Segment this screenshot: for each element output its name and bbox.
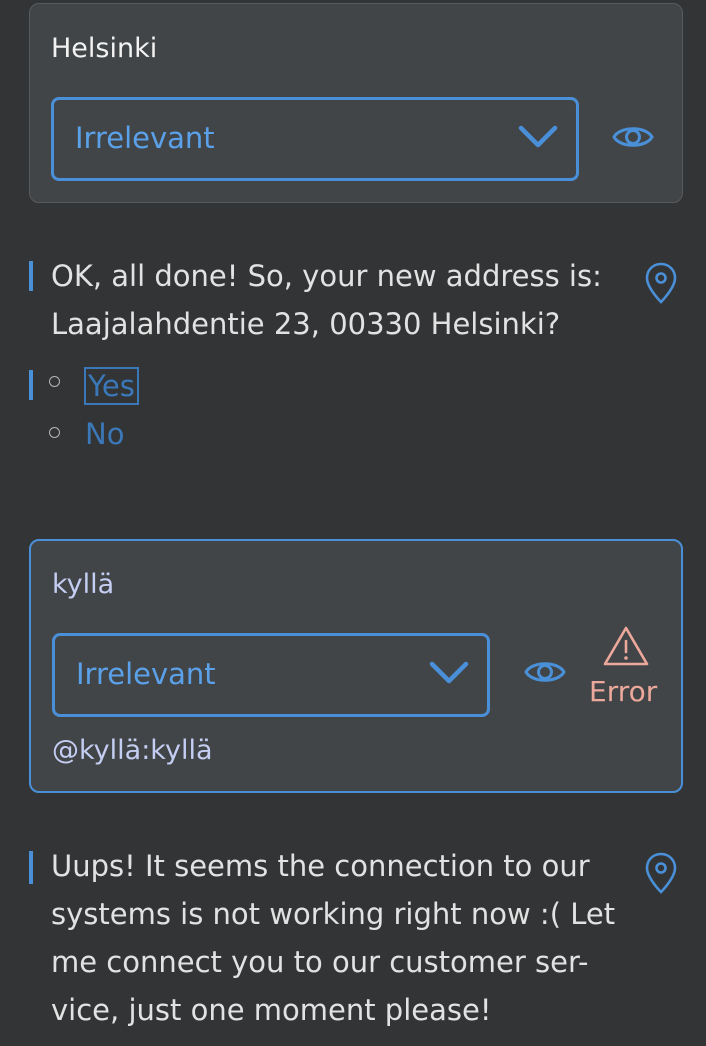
option-bullet [49, 427, 60, 438]
location-pin-icon[interactable] [644, 851, 678, 895]
card-title: kyllä [52, 569, 115, 600]
option-bullet [49, 376, 60, 387]
eye-icon[interactable] [524, 657, 566, 687]
message-accent-bar [29, 851, 33, 884]
location-pin-icon[interactable] [644, 261, 678, 305]
message-accent-bar [29, 261, 33, 291]
options-accent-bar [29, 370, 33, 400]
card-title: Helsinki [51, 33, 158, 64]
select-value: Irrelevant [75, 121, 215, 155]
intent-card-kylla: kyllä Irrelevant Error @kyllä:kyllä [29, 539, 683, 793]
error-label: Error [589, 675, 658, 708]
message-line: OK, all done! So, your new address is: [51, 259, 602, 293]
bot-message: Uups! It seems the connection to our sys… [51, 842, 615, 1034]
entity-mention: @kyllä:kyllä [52, 735, 213, 766]
eye-icon[interactable] [612, 122, 654, 152]
option-label[interactable]: No [85, 417, 124, 451]
warning-icon [603, 626, 649, 666]
select-value: Irrelevant [76, 657, 216, 691]
message-line: Uups! It seems the connection to our [51, 849, 590, 883]
message-line: Laajalahdentie 23, 00330 Helsinki? [51, 307, 561, 341]
message-line: systems is not working right now :( Let [51, 897, 616, 931]
option-label[interactable]: Yes [84, 367, 139, 405]
bot-message: OK, all done! So, your new address is: L… [51, 252, 602, 348]
intent-card-helsinki: Helsinki Irrelevant [29, 3, 683, 203]
chevron-down-icon [429, 661, 469, 684]
chevron-down-icon [518, 125, 558, 148]
intent-select[interactable]: Irrelevant [52, 633, 490, 717]
intent-select[interactable]: Irrelevant [51, 97, 579, 181]
message-line: vice, just one moment please! [51, 993, 492, 1027]
message-line: me connect you to our customer ser- [51, 945, 589, 979]
